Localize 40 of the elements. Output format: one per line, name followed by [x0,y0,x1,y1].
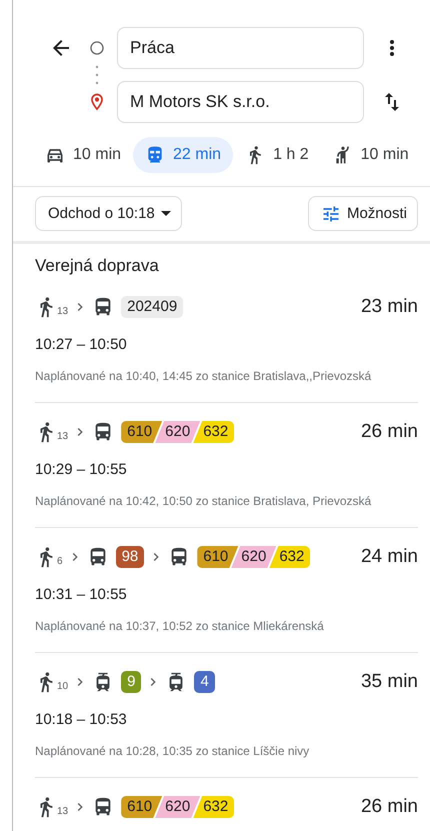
schedule-note: Naplánované na 10:37, 10:52 zo stanice Mliekárenská [35,618,325,634]
schedule-note: Naplánované na 10:28, 10:35 zo stanice Líščie nivy [35,743,310,759]
walk-minutes: 10 [57,681,68,692]
options-button[interactable]: Možnosti [308,196,418,231]
travel-mode-tab[interactable]: 22 min [133,137,234,173]
route-times: 10:27 – 10:50 [35,335,128,355]
dropdown-caret-icon [160,211,171,216]
walk-minutes: 6 [57,556,63,567]
line-number-badge: 632 [269,546,310,568]
departure-time-dropdown[interactable]: Odchod o 10:18 [35,196,182,231]
walk-minutes: 13 [57,431,68,442]
line-number-badge: 9 [121,671,142,693]
travel-mode-tab[interactable]: 10 min [320,137,421,173]
travel-mode-tab[interactable]: 1 h 2 [233,137,321,173]
line-number-badge: 4 [194,671,215,693]
route-duration: 23 min [360,296,418,318]
line-number-badge: 202409 [121,296,184,318]
destination-field[interactable]: M Motors SK s.r.o. [117,81,364,123]
line-number-badge: 610 [121,421,162,443]
route-duration: 24 min [360,546,418,568]
sliders-icon [320,204,341,224]
line-number-badge: 98 [116,546,144,568]
route-duration: 26 min [360,421,418,443]
route-times: 10:18 – 10:53 [35,710,128,730]
more-menu-icon [390,40,394,56]
schedule-note: Naplánované na 10:42, 10:50 zo stanice Bratislava, Prievozská [35,493,372,509]
line-number-badge: 632 [193,796,234,818]
route-times: 10:31 – 10:55 [35,585,128,605]
route-duration: 35 min [360,671,418,693]
route-times: 10:29 – 10:55 [35,460,128,480]
origin-field[interactable]: Práca [117,27,364,69]
section-title: Verejná doprava [34,255,160,277]
line-number-badge: 610 [121,796,162,818]
travel-mode-tab[interactable]: 10 min [33,137,134,173]
line-number-badge: 632 [193,421,234,443]
walk-minutes: 13 [57,806,68,817]
route-duration: 26 min [360,796,418,818]
walk-minutes: 13 [57,306,68,317]
schedule-note: Naplánované na 10:40, 14:45 zo stanice Bratislava,,Prievozská [35,368,372,384]
route-dots-icon [95,65,99,85]
